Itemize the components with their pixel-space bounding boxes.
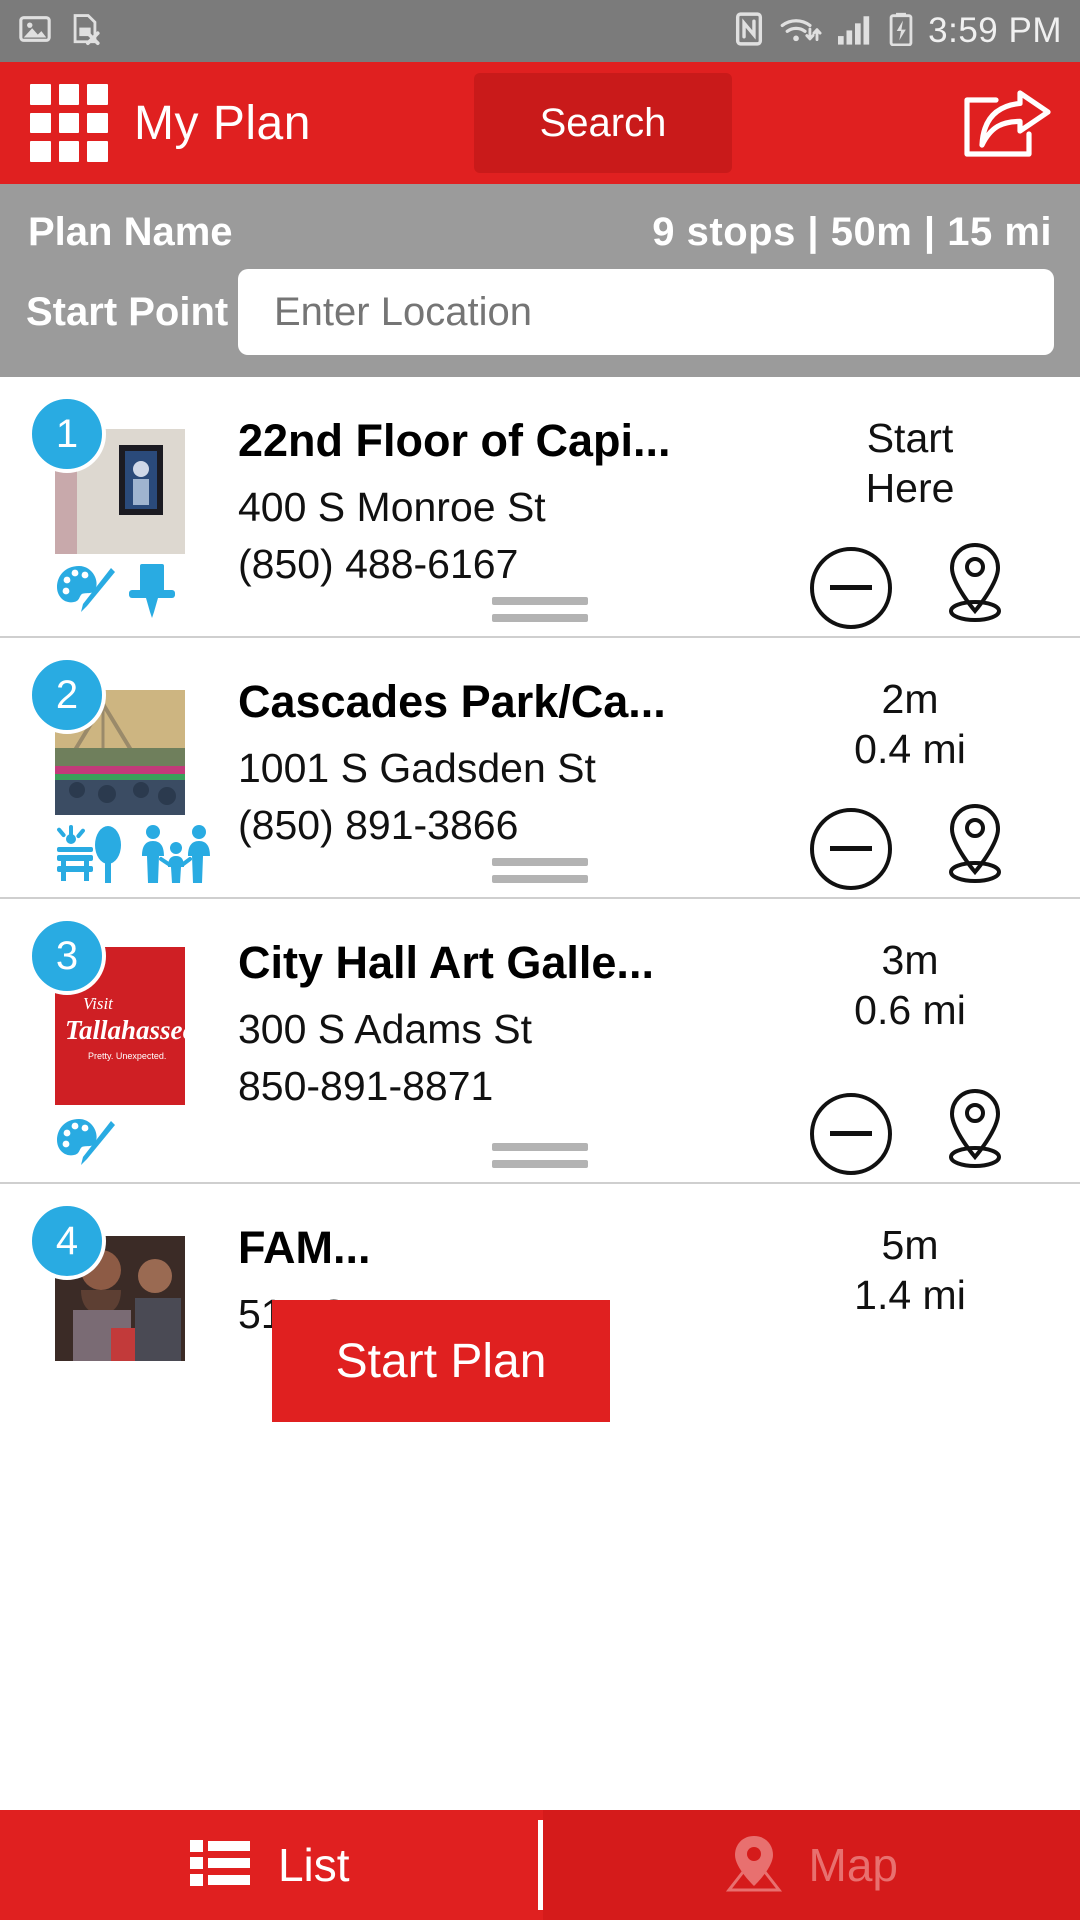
svg-text:Visit: Visit: [83, 994, 114, 1013]
stop-eta: 3m 0.6 mi: [760, 935, 1080, 1035]
stop-eta: Start Here: [760, 413, 1080, 513]
stop-actions: 3m 0.6 mi: [760, 921, 1080, 1182]
remove-stop-button[interactable]: [810, 807, 892, 890]
stop-title[interactable]: 22nd Floor of Capi...: [238, 417, 760, 465]
search-button[interactable]: Search: [474, 73, 732, 173]
svg-text:Tallahassee: Tallahassee: [65, 1015, 185, 1045]
table-row[interactable]: 3 Visit Tallahassee Pretty. Unexpected.: [0, 899, 1080, 1185]
drag-handle[interactable]: [492, 858, 588, 884]
stop-category-icons: [55, 823, 210, 890]
stop-actions: 2m 0.4 mi: [760, 660, 1080, 897]
remove-stop-button[interactable]: [810, 1092, 892, 1175]
wifi-icon: [778, 12, 822, 51]
start-point-row: Start Point: [26, 269, 1054, 355]
stop-number-badge: 3: [28, 917, 106, 996]
plan-header: Plan Name 9 stops | 50m | 15 mi Start Po…: [0, 184, 1080, 377]
status-bar-clock: 3:59 PM: [928, 11, 1062, 50]
stop-number-badge: 4: [28, 1202, 106, 1281]
start-location-input[interactable]: [238, 269, 1054, 355]
stop-eta: 2m 0.4 mi: [760, 674, 1080, 774]
drag-handle[interactable]: [492, 1143, 588, 1169]
share-icon[interactable]: [958, 83, 1054, 163]
stop-actions: Start Here: [760, 399, 1080, 636]
top-hat-icon: [127, 562, 177, 625]
family-icon: [137, 823, 215, 890]
park-bench-icon: [55, 823, 127, 890]
map-pin-icon[interactable]: [936, 1085, 1014, 1182]
stop-eta-line2: Here: [865, 465, 955, 512]
map-pin-icon: [725, 1832, 783, 1899]
plan-summary-row: Plan Name 9 stops | 50m | 15 mi: [26, 202, 1054, 269]
stop-number-badge: 1: [28, 395, 106, 473]
stop-title[interactable]: FAM...: [238, 1224, 760, 1272]
map-pin-icon[interactable]: [936, 539, 1014, 636]
stop-phone[interactable]: 850-891-8871: [238, 1063, 760, 1110]
stop-eta-line2: 0.4 mi: [854, 726, 966, 773]
stop-category-icons: [55, 1115, 210, 1178]
stop-details: City Hall Art Galle... 300 S Adams St 85…: [210, 921, 760, 1182]
tab-list[interactable]: List: [0, 1810, 538, 1920]
nfc-icon: [734, 11, 764, 51]
signal-icon: [836, 12, 874, 51]
stop-thumbnail-area: 1: [0, 395, 210, 636]
list-icon: [188, 1836, 252, 1895]
map-pin-icon[interactable]: [936, 800, 1014, 897]
tab-map-label: Map: [808, 1839, 898, 1891]
stop-eta-line1: 5m: [881, 1222, 939, 1269]
start-plan-button[interactable]: Start Plan: [272, 1300, 610, 1422]
status-bar: 3:59 PM: [0, 0, 1080, 62]
stop-eta: 5m 1.4 mi: [760, 1220, 1080, 1320]
grid-menu-icon[interactable]: [30, 84, 108, 162]
stop-thumbnail-area: 4: [0, 1202, 210, 1362]
page-title: My Plan: [134, 96, 311, 150]
svg-text:Pretty. Unexpected.: Pretty. Unexpected.: [88, 1051, 166, 1061]
stop-eta-line1: 3m: [881, 937, 939, 984]
stop-thumbnail-area: 2: [0, 656, 210, 897]
battery-charging-icon: [888, 12, 914, 51]
stop-category-icons: [55, 562, 210, 625]
stop-thumbnail-area: 3 Visit Tallahassee Pretty. Unexpected.: [0, 917, 210, 1182]
stop-eta-line2: 0.6 mi: [854, 987, 966, 1034]
stop-phone[interactable]: (850) 488-6167: [238, 541, 760, 588]
art-palette-icon: [55, 1115, 117, 1178]
app-bar: My Plan Search: [0, 62, 1080, 184]
stop-eta-line1: 2m: [881, 676, 939, 723]
stop-phone[interactable]: (850) 891-3866: [238, 802, 760, 849]
remove-stop-button[interactable]: [810, 546, 892, 629]
stop-eta-line1: Start: [866, 415, 954, 461]
stop-actions: 5m 1.4 mi: [760, 1206, 1080, 1361]
stop-title[interactable]: Cascades Park/Ca...: [238, 678, 760, 726]
table-row[interactable]: 1 22nd Floor of Capi... 400 S Monroe St …: [0, 377, 1080, 639]
drag-handle[interactable]: [492, 597, 588, 623]
table-row[interactable]: 2 Cascades Park/Ca... 1001 S Gadsden St …: [0, 638, 1080, 900]
status-bar-right-icons: 3:59 PM: [734, 11, 1062, 51]
plan-stats: 9 stops | 50m | 15 mi: [652, 210, 1052, 254]
bottom-tab-bar: List Map: [0, 1810, 1080, 1920]
plan-name-label[interactable]: Plan Name: [28, 210, 233, 255]
sim-card-removed-icon: [68, 12, 102, 51]
stop-eta-line2: 1.4 mi: [854, 1272, 966, 1319]
stop-title[interactable]: City Hall Art Galle...: [238, 939, 760, 987]
stop-address: 400 S Monroe St: [238, 484, 546, 531]
image-icon: [18, 12, 52, 51]
stop-details: Cascades Park/Ca... 1001 S Gadsden St (8…: [210, 660, 760, 897]
stop-address: 1001 S Gadsden St: [238, 745, 596, 792]
tab-list-label: List: [277, 1839, 350, 1891]
stops-list: 1 22nd Floor of Capi... 400 S Monroe St …: [0, 377, 1080, 1362]
stop-number-badge: 2: [28, 656, 106, 735]
art-palette-icon: [55, 562, 117, 625]
start-point-label: Start Point: [26, 289, 229, 334]
stop-address: 300 S Adams St: [238, 1006, 533, 1053]
status-bar-left-icons: [18, 12, 102, 51]
stop-details: 22nd Floor of Capi... 400 S Monroe St (8…: [210, 399, 760, 636]
tab-map[interactable]: Map: [542, 1810, 1080, 1920]
